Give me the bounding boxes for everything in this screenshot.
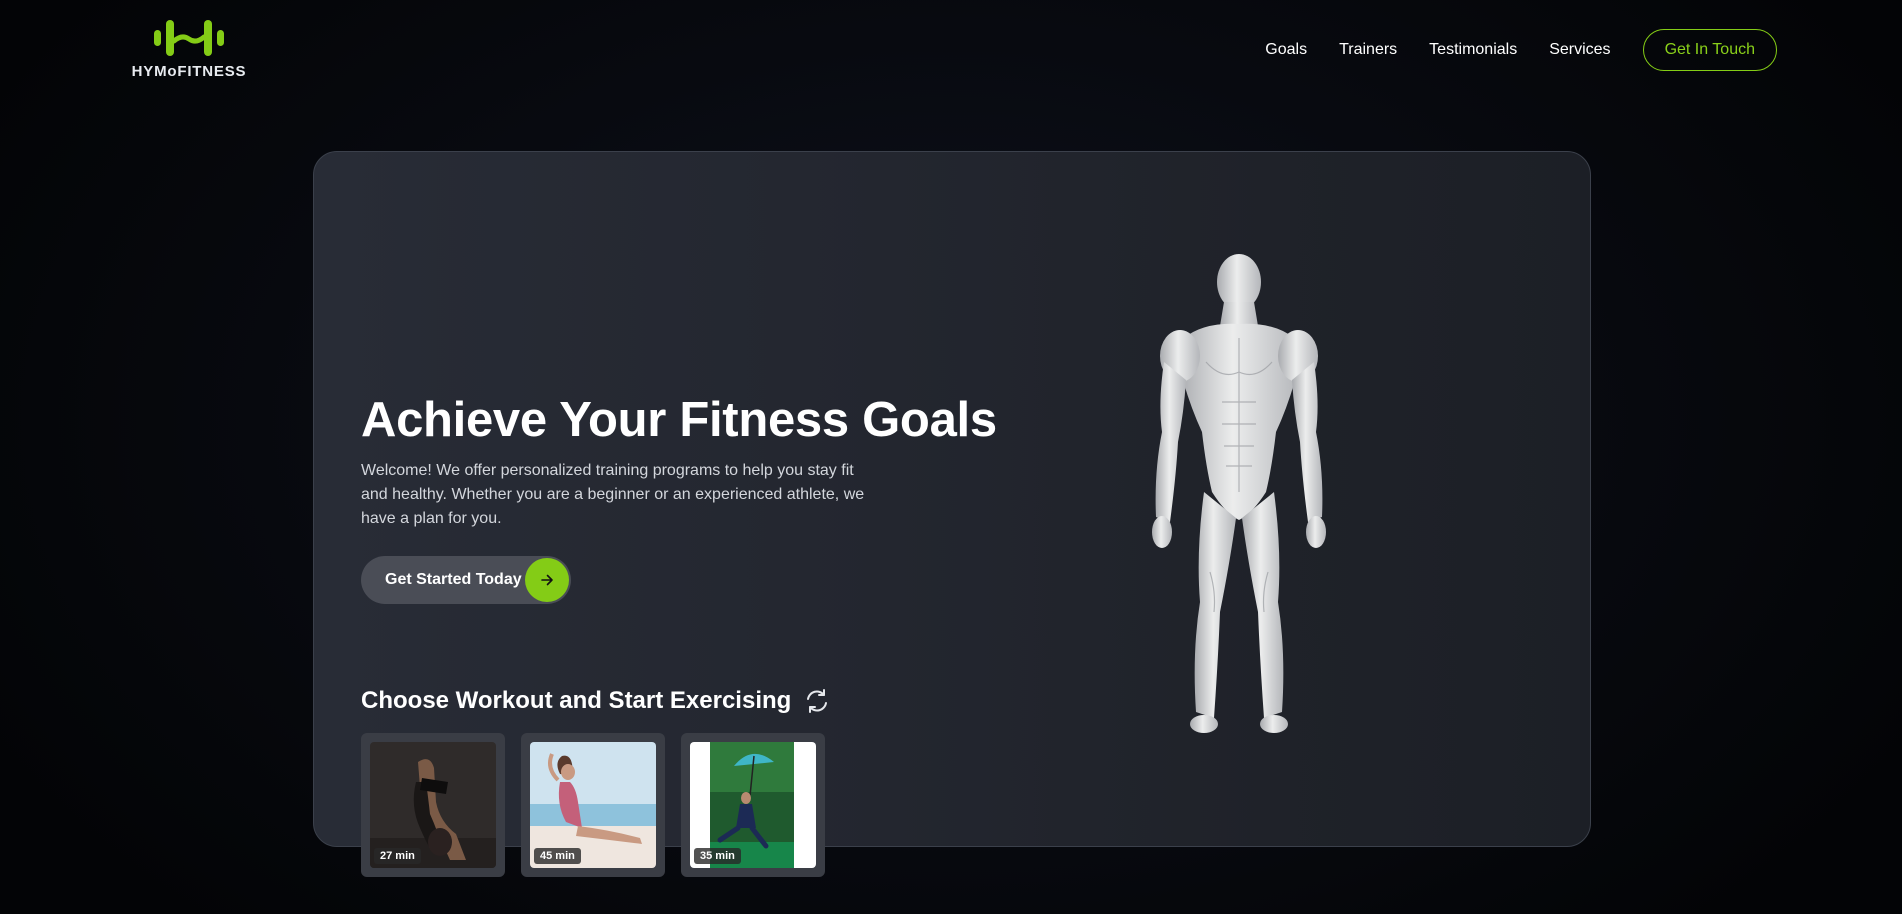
get-in-touch-button[interactable]: Get In Touch (1642, 29, 1777, 71)
beach-stretch-photo: 45 min (530, 742, 656, 868)
main-nav: Goals Trainers Testimonials Services Get… (1265, 28, 1777, 72)
workout-card[interactable]: 35 min (681, 733, 825, 877)
logo[interactable]: HYMoFITNESS (130, 18, 248, 82)
umbrella-dance-photo: 35 min (690, 742, 816, 868)
workout-card[interactable]: 45 min (521, 733, 665, 877)
hero-title: Achieve Your Fitness Goals (361, 393, 997, 447)
workout-duration: 35 min (694, 848, 741, 864)
yoga-forward-fold-photo: 27 min (370, 742, 496, 868)
workout-duration: 45 min (534, 848, 581, 864)
workout-section-title: Choose Workout and Start Exercising (361, 687, 792, 714)
nav-link-goals[interactable]: Goals (1265, 41, 1307, 59)
workout-duration: 27 min (374, 848, 421, 864)
workout-card[interactable]: 27 min (361, 733, 505, 877)
muscular-body-figure (1152, 254, 1326, 733)
hero-description: Welcome! We offer personalized training … (361, 462, 865, 527)
get-started-label: Get Started Today (385, 571, 522, 588)
nav-link-trainers[interactable]: Trainers (1339, 41, 1397, 59)
get-started-button[interactable]: Get Started Today (361, 556, 571, 604)
dumbbell-logo-icon (154, 20, 224, 56)
arrow-right-icon (525, 558, 569, 602)
page: HYMoFITNESS Goals Trainers Testimonials … (0, 0, 1902, 914)
refresh-icon[interactable] (802, 686, 832, 716)
brand-name: HYMoFITNESS (131, 63, 247, 80)
workout-cards: 27 min 45 min 35 min (361, 733, 841, 877)
nav-link-testimonials[interactable]: Testimonials (1429, 41, 1517, 59)
nav-link-services[interactable]: Services (1549, 41, 1610, 59)
